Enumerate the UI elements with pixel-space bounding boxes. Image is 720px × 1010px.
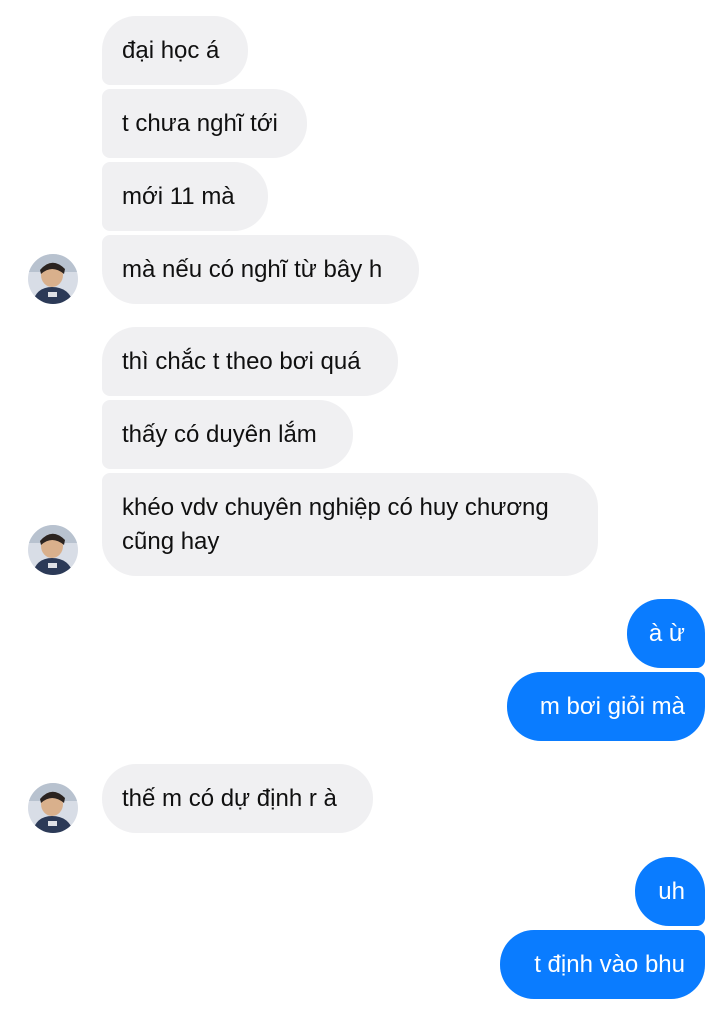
avatar-photo xyxy=(28,525,78,575)
incoming-message[interactable]: t chưa nghĩ tới xyxy=(102,89,307,158)
contact-avatar[interactable] xyxy=(28,254,78,304)
avatar-photo xyxy=(28,254,78,304)
chat-thread: đại học á t chưa nghĩ tới mới 11 mà mà n… xyxy=(0,0,720,1010)
incoming-message[interactable]: thấy có duyên lắm xyxy=(102,400,353,469)
incoming-message[interactable]: thì chắc t theo bơi quá xyxy=(102,327,398,396)
incoming-message[interactable]: khéo vdv chuyên nghiệp có huy chương cũn… xyxy=(102,473,598,576)
incoming-message[interactable]: thế m có dự định r à xyxy=(102,764,373,833)
outgoing-message[interactable]: uh xyxy=(635,857,705,926)
contact-avatar[interactable] xyxy=(28,525,78,575)
outgoing-message[interactable]: m bơi giỏi mà xyxy=(507,672,705,741)
incoming-message[interactable]: mới 11 mà xyxy=(102,162,268,231)
incoming-message[interactable]: mà nếu có nghĩ từ bây h xyxy=(102,235,419,304)
outgoing-message[interactable]: à ừ xyxy=(627,599,705,668)
incoming-message[interactable]: đại học á xyxy=(102,16,248,85)
contact-avatar[interactable] xyxy=(28,783,78,833)
avatar-photo xyxy=(28,783,78,833)
outgoing-message[interactable]: t định vào bhu xyxy=(500,930,705,999)
